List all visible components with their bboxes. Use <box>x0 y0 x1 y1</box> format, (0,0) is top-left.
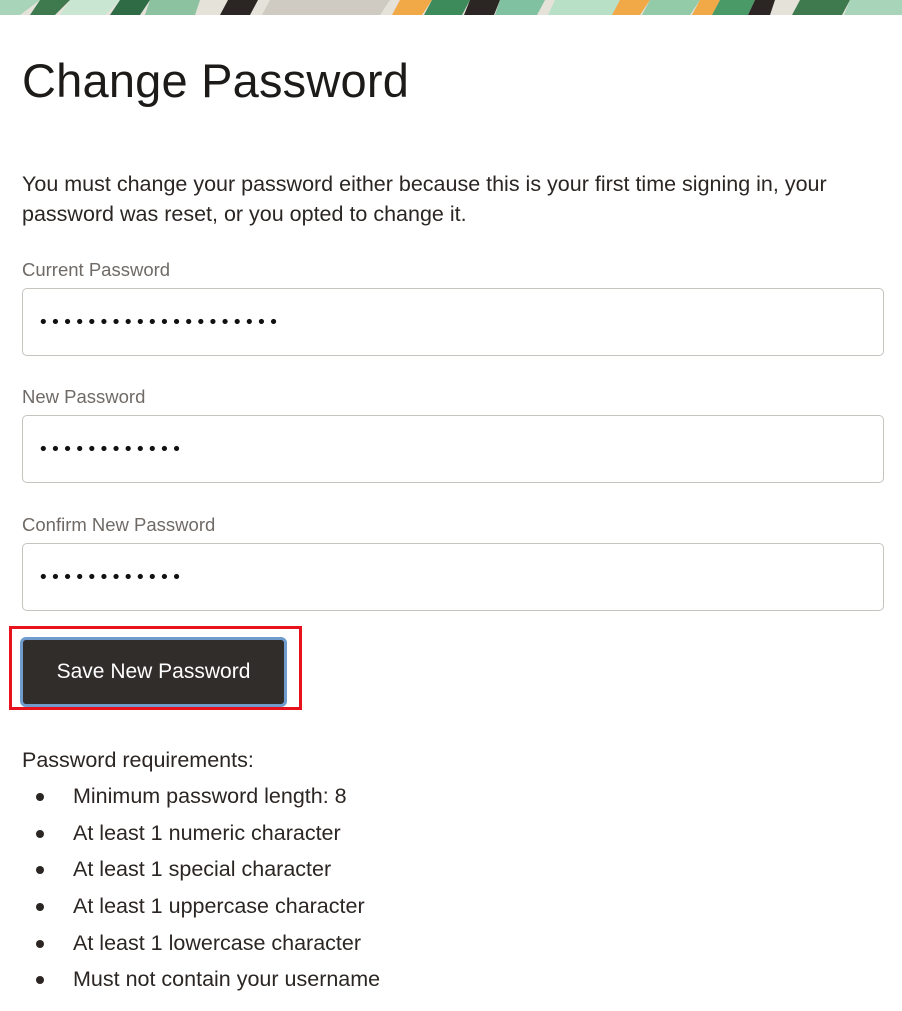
requirement-text: Minimum password length: 8 <box>73 784 347 808</box>
requirements-list: Minimum password length: 8 At least 1 nu… <box>22 781 380 1001</box>
requirement-text: Must not contain your username <box>73 967 381 992</box>
bullet-icon <box>36 903 44 912</box>
requirement-item: At least 1 uppercase character <box>22 891 380 928</box>
requirement-item: At least 1 special character <box>22 854 380 891</box>
requirement-item: At least 1 lowercase character <box>22 928 380 965</box>
intro-text: You must change your password either bec… <box>22 172 827 226</box>
bullet-icon <box>36 939 44 948</box>
new-password-field[interactable] <box>22 415 884 483</box>
current-password-label: Current Password <box>22 259 171 280</box>
bullet-icon <box>36 976 44 985</box>
requirement-item: Minimum password length: 8 <box>22 781 380 818</box>
save-new-password-button[interactable]: Save New Password <box>20 637 287 707</box>
decorative-banner <box>0 0 902 15</box>
bullet-icon <box>36 866 44 875</box>
requirement-text: At least 1 uppercase character <box>73 894 365 919</box>
requirement-text: At least 1 numeric character <box>73 820 341 845</box>
bullet-icon <box>36 829 44 838</box>
requirement-text: At least 1 lowercase character <box>73 930 361 955</box>
requirements-heading: Password requirements: <box>22 748 254 772</box>
confirm-password-label: Confirm New Password <box>22 514 216 535</box>
requirement-item: At least 1 numeric character <box>22 818 380 855</box>
requirement-item: Must not contain your username <box>22 964 380 1001</box>
bullet-icon <box>36 793 44 801</box>
requirement-text: At least 1 special character <box>73 857 332 882</box>
new-password-label: New Password <box>22 386 146 407</box>
current-password-field[interactable] <box>22 288 884 356</box>
confirm-password-field[interactable] <box>22 543 884 611</box>
banner-pattern-icon <box>0 0 902 15</box>
page-title: Change Password <box>22 54 410 107</box>
